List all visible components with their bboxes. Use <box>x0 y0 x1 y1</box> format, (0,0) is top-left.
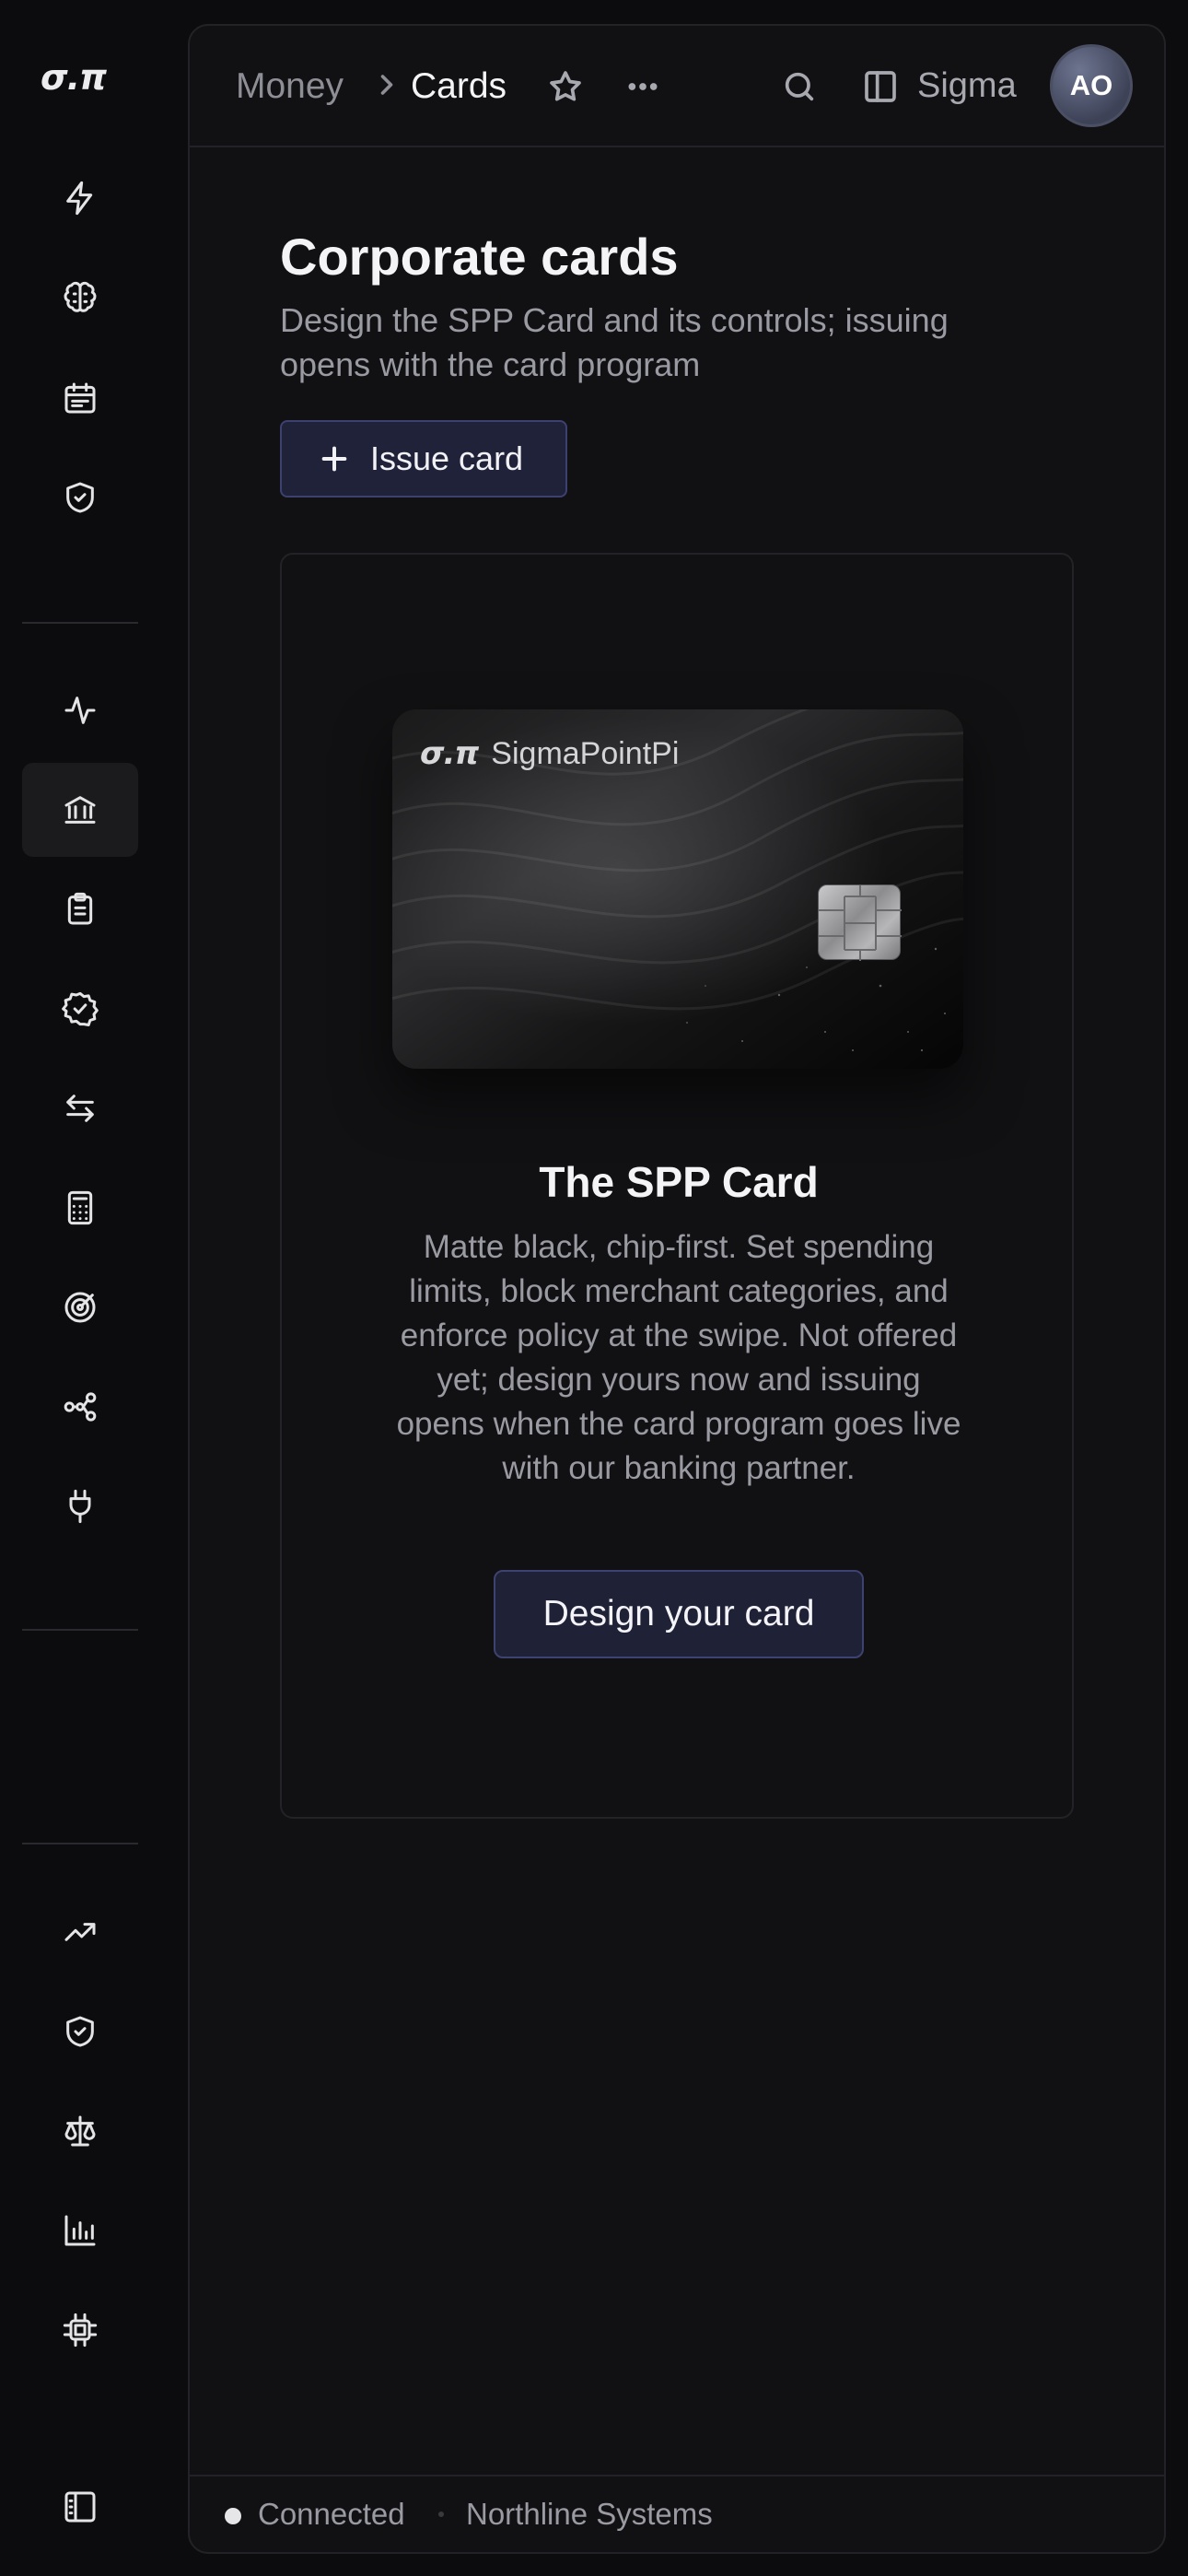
rail-item-calendar[interactable] <box>22 351 138 445</box>
status-bar: Connected Northline Systems <box>190 2475 1164 2552</box>
panel-right-icon <box>865 71 896 102</box>
search-button[interactable] <box>777 64 821 109</box>
rail-divider <box>22 1843 138 1844</box>
card-brand-name: SigmaPointPi <box>491 736 680 771</box>
card-preview: σ.π SigmaPointPi <box>392 709 963 1069</box>
rail-item-brain[interactable] <box>22 252 138 345</box>
workspace-label[interactable]: Sigma <box>917 66 1017 106</box>
search-icon <box>785 72 814 101</box>
shield-check-icon <box>66 2016 94 2047</box>
issue-card-label: Issue card <box>370 439 524 477</box>
rail-item-verified[interactable] <box>22 962 138 1056</box>
page-title: Corporate cards <box>280 228 679 286</box>
transfer-arrows-icon <box>66 1095 94 1122</box>
activity-icon <box>64 697 96 724</box>
main-panel: Money Cards Sigma AO Corporate cards Des… <box>188 24 1166 2554</box>
rail-item-sidebar-toggle[interactable] <box>22 2460 138 2554</box>
scale-icon <box>64 2115 96 2147</box>
spp-card-panel: σ.π SigmaPointPi The SPP Card Matte blac… <box>280 553 1074 1819</box>
rail-item-bolt[interactable] <box>22 151 138 245</box>
star-icon <box>550 71 581 101</box>
page-subtitle: Design the SPP Card and its controls; is… <box>280 301 949 383</box>
left-rail: σ.π <box>0 0 188 2576</box>
rail-item-activity[interactable] <box>22 663 138 757</box>
panel-toggle-button[interactable] <box>858 64 903 109</box>
more-options-button[interactable] <box>621 64 665 109</box>
calculator-icon <box>67 1190 93 1225</box>
shield-check-icon <box>66 482 94 513</box>
rail-item-shield[interactable] <box>22 451 138 544</box>
badge-check-icon <box>62 991 99 1026</box>
plug-icon <box>69 1489 91 1524</box>
breadcrumb-money[interactable]: Money <box>236 66 344 107</box>
connection-status-dot <box>225 2508 241 2524</box>
sidebar-toggle-icon <box>64 2491 96 2523</box>
product-title: The SPP Card <box>539 1158 819 1206</box>
connection-status: Connected <box>258 2497 405 2531</box>
trending-up-icon <box>64 1923 96 1941</box>
issue-card-button[interactable]: Issue card <box>280 420 567 498</box>
rail-item-legal[interactable] <box>22 2084 138 2178</box>
rail-divider <box>22 1629 138 1631</box>
rail-item-clipboard[interactable] <box>22 862 138 956</box>
card-logo-mark: σ.π <box>420 735 479 772</box>
status-separator <box>438 2512 444 2517</box>
brain-icon <box>64 281 97 312</box>
clipboard-icon <box>67 892 93 925</box>
rail-item-growth[interactable] <box>22 1885 138 1979</box>
rail-item-compliance[interactable] <box>22 1985 138 2078</box>
rail-item-target[interactable] <box>22 1260 138 1354</box>
bar-chart-icon <box>64 2215 96 2246</box>
rail-item-calculator[interactable] <box>22 1161 138 1255</box>
breadcrumb-current: Cards <box>411 66 507 106</box>
cpu-icon <box>63 2313 98 2348</box>
rail-item-reports[interactable] <box>22 2184 138 2277</box>
rail-item-money[interactable] <box>22 763 138 857</box>
rail-divider <box>22 622 138 624</box>
target-icon <box>64 1292 96 1323</box>
calendar-list-icon <box>64 382 96 414</box>
chevron-right-icon <box>370 68 403 101</box>
product-description: Matte black, chip-first. Set spending li… <box>396 1229 961 1486</box>
favorite-button[interactable] <box>543 64 588 109</box>
plus-icon <box>321 446 347 472</box>
card-brand: σ.π SigmaPointPi <box>420 735 679 772</box>
app-logo[interactable]: σ.π <box>41 57 107 98</box>
workflow-icon <box>64 1392 97 1422</box>
bank-icon <box>64 796 96 824</box>
chip-icon <box>819 885 902 961</box>
design-card-button[interactable]: Design your card <box>494 1570 864 1658</box>
rail-item-transfers[interactable] <box>22 1061 138 1155</box>
rail-item-compute[interactable] <box>22 2283 138 2377</box>
avatar[interactable]: AO <box>1050 44 1133 127</box>
top-bar: Money Cards Sigma AO <box>190 26 1164 147</box>
rail-item-integrations[interactable] <box>22 1459 138 1553</box>
card-chip <box>818 884 902 961</box>
rail-item-workflow[interactable] <box>22 1360 138 1454</box>
bolt-icon <box>66 181 93 216</box>
organization-name[interactable]: Northline Systems <box>466 2497 713 2532</box>
ellipsis-icon <box>628 83 658 90</box>
